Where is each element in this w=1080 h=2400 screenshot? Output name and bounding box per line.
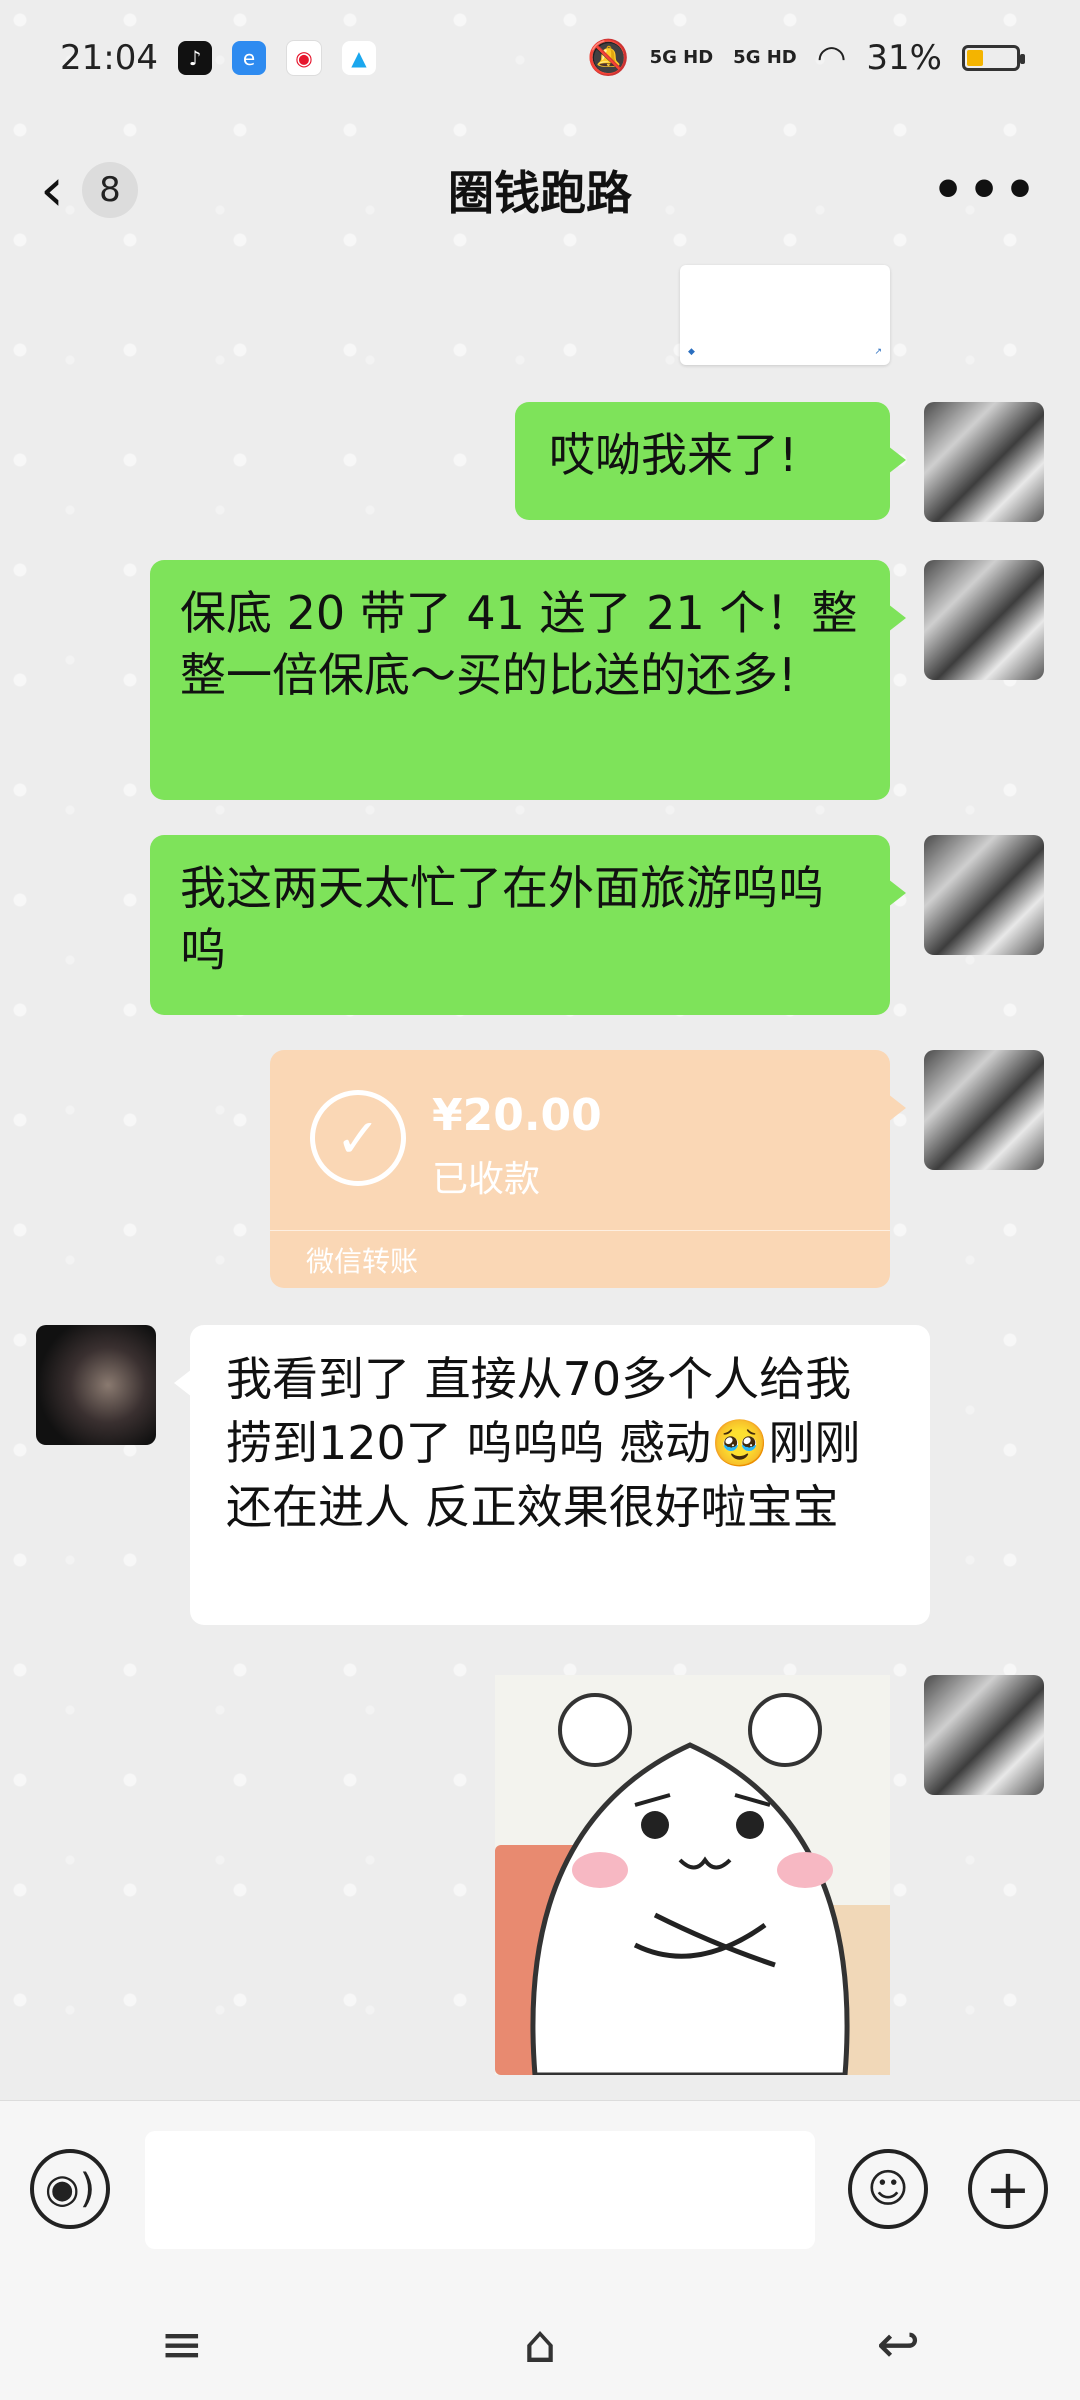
chat-messages[interactable]: ◆ ↗ 哎呦我来了! 保底 20 带了 41 送了 21 个！整整一倍保底～买的比…: [0, 250, 1080, 2090]
wechat-transfer-card[interactable]: ✓ ¥20.00 已收款 微信转账: [270, 1050, 906, 1288]
my-avatar[interactable]: [924, 835, 1044, 955]
message-text: 我这两天太忙了在外面旅游呜呜呜: [180, 861, 824, 977]
back-button[interactable]: ‹ 8: [40, 160, 138, 220]
card-link-icon: ◆: [688, 347, 695, 357]
sticker-image[interactable]: [495, 1675, 890, 2075]
input-bar: ◉) ☺ +: [0, 2100, 1080, 2291]
my-avatar[interactable]: [924, 1675, 1044, 1795]
message-input[interactable]: [145, 2131, 815, 2249]
browser-icon: e: [231, 40, 266, 75]
contact-avatar[interactable]: [36, 1325, 156, 1445]
my-avatar[interactable]: [924, 402, 1044, 522]
message-text: 我看到了 直接从70多个人给我捞到120了 呜呜呜 感动🥹刚刚还在进人 反正效果…: [226, 1352, 861, 1534]
transfer-divider: [270, 1230, 890, 1231]
transfer-label: 微信转账: [306, 1245, 419, 1278]
nav-bar: ‹ 8 圈钱跑路 •••: [0, 130, 1080, 250]
emoji-icon[interactable]: ☺: [848, 2149, 928, 2229]
status-bar: 21:04 ♪ e ◉ ▲ 🔕 5G HD 5G HD ◠ 31%: [0, 0, 1080, 115]
battery-icon: [962, 44, 1025, 71]
unread-count-badge: 8: [82, 162, 138, 218]
back-chevron-icon: ‹: [40, 155, 64, 225]
menu-icon[interactable]: ≡: [160, 2315, 204, 2375]
battery-percent: 31%: [866, 37, 942, 78]
wifi-icon: ◠: [816, 37, 847, 78]
more-options-button[interactable]: •••: [932, 161, 1040, 219]
signal-1-icon: 5G HD: [649, 46, 714, 68]
home-icon[interactable]: ⌂: [523, 2315, 556, 2375]
signal-2-icon: 5G HD: [733, 46, 797, 68]
weibo-icon: ◉: [285, 39, 322, 76]
chat-title: 圈钱跑路: [448, 166, 632, 220]
message-text: 哎呦我来了!: [549, 428, 798, 482]
message-bubble-sent[interactable]: 我这两天太忙了在外面旅游呜呜呜: [150, 835, 906, 1015]
message-text: 保底 20 带了 41 送了 21 个！整整一倍保底～买的比送的还多!: [180, 586, 858, 702]
message-bubble-sent[interactable]: 哎呦我来了!: [515, 402, 906, 520]
message-bubble-sent[interactable]: 保底 20 带了 41 送了 21 个！整整一倍保底～买的比送的还多!: [150, 560, 906, 800]
back-nav-icon[interactable]: ↩: [876, 2315, 920, 2375]
hamster-sticker-drawing: [530, 1693, 850, 2075]
status-left: 21:04 ♪ e ◉ ▲: [60, 38, 376, 78]
transfer-status: 已收款: [432, 1159, 541, 1200]
transfer-amount: ¥20.00: [432, 1090, 602, 1141]
qq-icon: ▲: [341, 40, 376, 75]
my-avatar[interactable]: [924, 560, 1044, 680]
checkmark-icon: ✓: [310, 1090, 406, 1186]
plus-icon[interactable]: +: [968, 2149, 1048, 2229]
my-avatar[interactable]: [924, 1050, 1044, 1170]
card-share-icon: ↗: [874, 347, 882, 357]
status-right: 🔕 5G HD 5G HD ◠ 31%: [587, 37, 1025, 78]
tiktok-icon: ♪: [177, 40, 212, 75]
mute-icon: 🔕: [587, 37, 630, 78]
status-time: 21:04: [60, 37, 158, 78]
shared-card-preview[interactable]: ◆ ↗: [680, 265, 890, 365]
system-navigation-bar: ≡ ⌂ ↩: [0, 2290, 1080, 2400]
voice-input-icon[interactable]: ◉): [30, 2149, 110, 2229]
message-bubble-received[interactable]: 我看到了 直接从70多个人给我捞到120了 呜呜呜 感动🥹刚刚还在进人 反正效果…: [174, 1325, 930, 1625]
